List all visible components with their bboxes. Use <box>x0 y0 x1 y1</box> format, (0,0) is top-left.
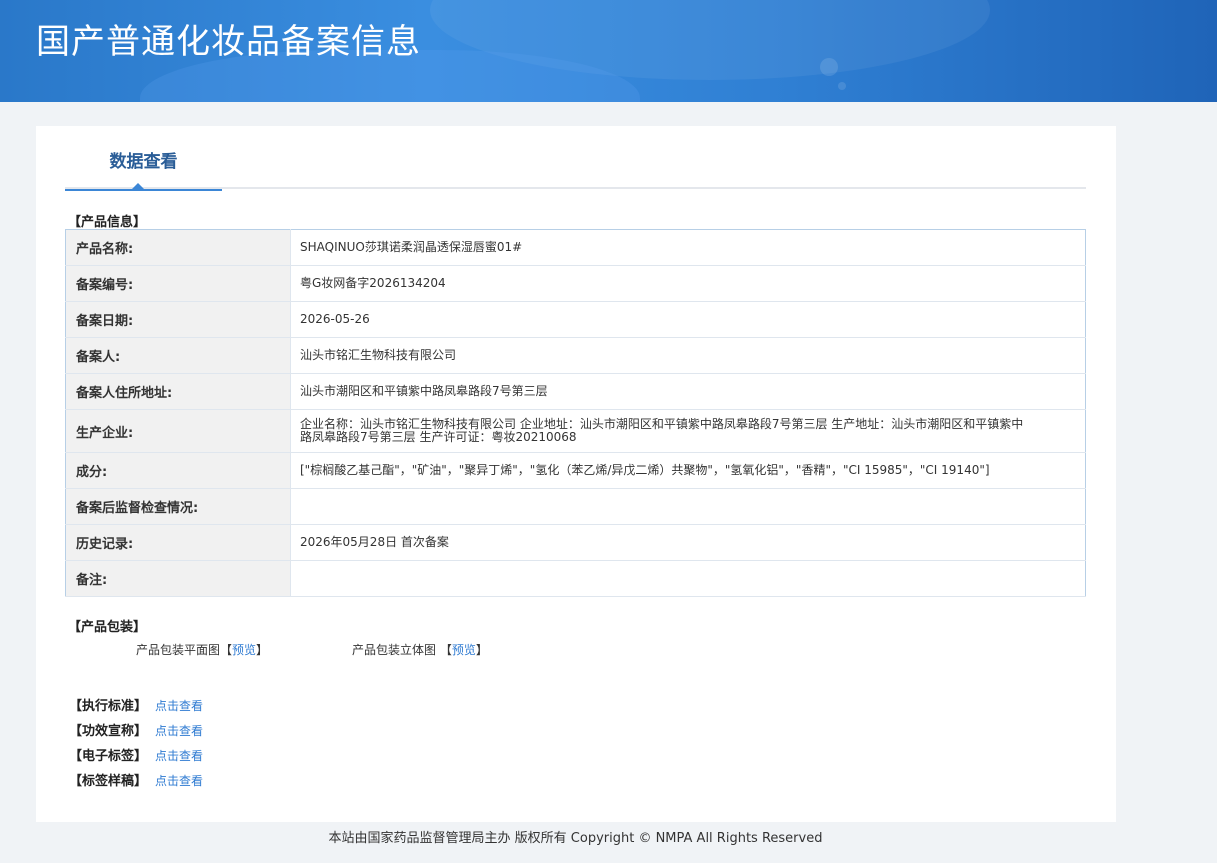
efficacy-row: 【功效宣称】 点击查看 <box>69 720 203 739</box>
table-row: 备案人住所地址: 汕头市潮阳区和平镇紫中路凤皋路段7号第三层 <box>65 373 1086 410</box>
view-efficacy-link[interactable]: 点击查看 <box>155 724 203 738</box>
row-value: 粤G妆网备字2026134204 <box>290 265 1086 302</box>
table-row: 成分: ["棕榈酸乙基己酯"，"矿油"，"聚异丁烯"，"氢化（苯乙烯/异戊二烯）… <box>65 452 1086 489</box>
efficacy-label: 【功效宣称】 <box>69 724 148 739</box>
label-sample-label: 【标签样稿】 <box>69 774 148 789</box>
row-label: 备注: <box>65 560 291 597</box>
table-row: 备案日期: 2026-05-26 <box>65 301 1086 338</box>
caret-up-icon <box>132 183 144 189</box>
section-title-product-info: 【产品信息】 <box>68 215 147 230</box>
row-value: SHAQINUO莎琪诺柔润晶透保湿唇蜜01# <box>290 229 1086 266</box>
packaging-solid-label: 产品包装立体图 <box>352 643 437 657</box>
table-row: 备案人: 汕头市铭汇生物科技有限公司 <box>65 337 1086 374</box>
table-row: 历史记录: 2026年05月28日 首次备案 <box>65 524 1086 561</box>
header-decoration <box>838 82 846 90</box>
row-label: 备案人: <box>65 337 291 374</box>
table-row: 备案编号: 粤G妆网备字2026134204 <box>65 265 1086 302</box>
section-title-packaging: 【产品包装】 <box>68 620 147 635</box>
row-value: 汕头市潮阳区和平镇紫中路凤皋路段7号第三层 <box>290 373 1086 410</box>
row-value: 汕头市铭汇生物科技有限公司 <box>290 337 1086 374</box>
standard-row: 【执行标准】 点击查看 <box>69 695 203 714</box>
table-row: 生产企业: 企业名称：汕头市铭汇生物科技有限公司 企业地址：汕头市潮阳区和平镇紫… <box>65 409 1086 453</box>
tab-bar: 数据查看 <box>65 126 1086 191</box>
row-label: 备案编号: <box>65 265 291 302</box>
row-value: ["棕榈酸乙基己酯"，"矿油"，"聚异丁烯"，"氢化（苯乙烯/异戊二烯）共聚物"… <box>290 452 1086 489</box>
product-info-table: 产品名称: SHAQINUO莎琪诺柔润晶透保湿唇蜜01# 备案编号: 粤G妆网备… <box>65 229 1086 597</box>
row-value: 企业名称：汕头市铭汇生物科技有限公司 企业地址：汕头市潮阳区和平镇紫中路凤皋路段… <box>290 409 1086 453</box>
row-label: 备案日期: <box>65 301 291 338</box>
solid-preview-link[interactable]: 预览 <box>452 643 476 657</box>
row-label: 成分: <box>65 452 291 489</box>
e-label-row: 【电子标签】 点击查看 <box>69 745 203 764</box>
table-row: 产品名称: SHAQINUO莎琪诺柔润晶透保湿唇蜜01# <box>65 229 1086 266</box>
flat-preview-link[interactable]: 预览 <box>232 643 256 657</box>
page-header: 国产普通化妆品备案信息 <box>0 0 1217 102</box>
view-label-sample-link[interactable]: 点击查看 <box>155 774 203 788</box>
tab-active-indicator <box>65 189 222 191</box>
footer-copyright: 本站由国家药品监督管理局主办 版权所有 Copyright © NMPA All… <box>328 831 823 846</box>
row-value <box>290 488 1086 525</box>
packaging-flat: 产品包装平面图【预览】 <box>136 643 269 657</box>
header-decoration <box>820 58 838 76</box>
table-row: 备注: <box>65 560 1086 597</box>
row-value: 2026-05-26 <box>290 301 1086 338</box>
row-value <box>290 560 1086 597</box>
standard-label: 【执行标准】 <box>69 699 148 714</box>
label-sample-row: 【标签样稿】 点击查看 <box>69 770 203 789</box>
row-label: 产品名称: <box>65 229 291 266</box>
row-label: 历史记录: <box>65 524 291 561</box>
table-row: 备案后监督检查情况: <box>65 488 1086 525</box>
e-label-label: 【电子标签】 <box>69 749 148 764</box>
row-label: 备案人住所地址: <box>65 373 291 410</box>
row-label: 备案后监督检查情况: <box>65 488 291 525</box>
packaging-solid: 产品包装立体图 【预览】 <box>352 643 488 657</box>
page-title: 国产普通化妆品备案信息 <box>36 22 421 62</box>
row-label: 生产企业: <box>65 409 291 453</box>
view-e-label-link[interactable]: 点击查看 <box>155 749 203 763</box>
content-card: 数据查看 【产品信息】 产品名称: SHAQINUO莎琪诺柔润晶透保湿唇蜜01#… <box>36 126 1116 822</box>
row-value: 2026年05月28日 首次备案 <box>290 524 1086 561</box>
packaging-flat-label: 产品包装平面图 <box>136 643 221 657</box>
tab-data-view[interactable]: 数据查看 <box>65 126 222 191</box>
tab-label: 数据查看 <box>109 152 178 172</box>
view-standard-link[interactable]: 点击查看 <box>155 699 203 713</box>
